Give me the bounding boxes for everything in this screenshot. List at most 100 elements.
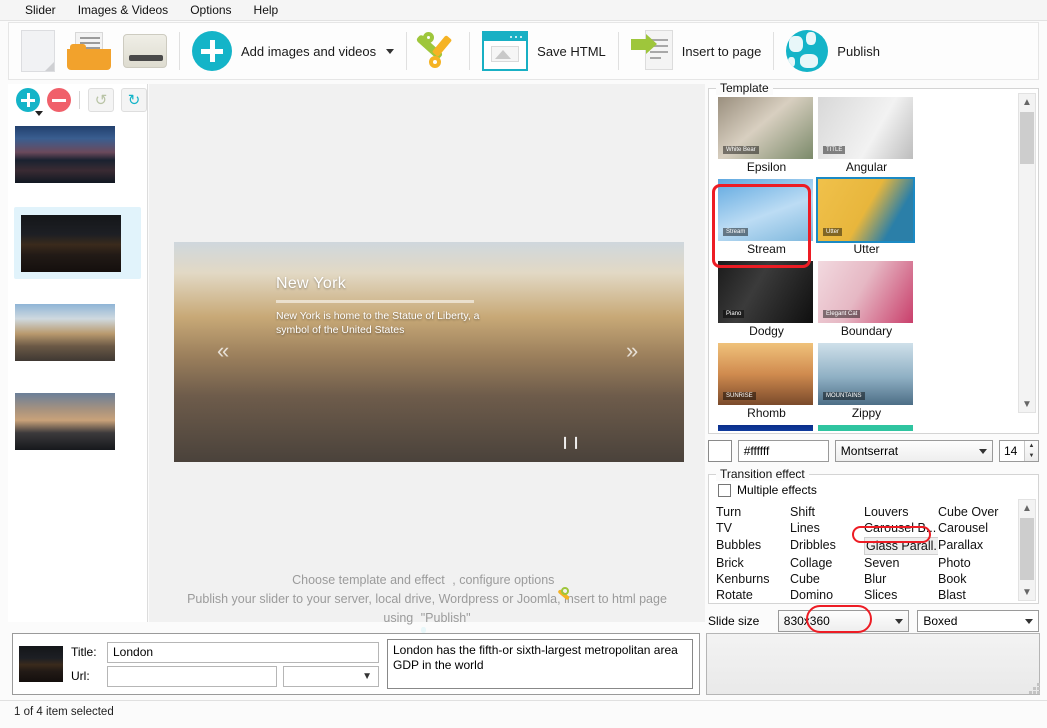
effect-item[interactable]: Cube Over	[938, 504, 1012, 520]
insert-to-page-button[interactable]: Insert to page	[625, 26, 768, 76]
effect-item[interactable]: Book	[938, 571, 1012, 587]
menu-item-slider[interactable]: Slider	[14, 1, 67, 19]
slide-layout-select[interactable]: Boxed	[917, 610, 1039, 632]
save-html-label: Save HTML	[537, 43, 606, 59]
multiple-effects-row[interactable]: Multiple effects	[718, 483, 817, 497]
font-size-up-icon[interactable]: ▲	[1025, 441, 1038, 451]
template-item[interactable]: White Bear Epsilon	[718, 97, 815, 175]
template-item[interactable]: SUNRISE Rhomb	[718, 343, 815, 421]
effect-item[interactable]: Collage	[790, 555, 864, 571]
add-slide-button[interactable]	[16, 88, 43, 116]
add-images-videos-button[interactable]: Add images and videos	[186, 26, 400, 76]
template-item[interactable]: Utter Utter	[816, 177, 915, 257]
url-input[interactable]	[107, 665, 277, 687]
template-item[interactable]: JOHNFill	[818, 425, 915, 431]
publish-button[interactable]: Publish	[780, 26, 886, 76]
toolbar-divider-4	[617, 32, 619, 70]
effect-item[interactable]: Blur	[864, 571, 938, 587]
template-scrollbar[interactable]: ▲ ▼	[1018, 93, 1036, 413]
effect-item[interactable]: Rotate	[716, 587, 790, 601]
url-target-select[interactable]: ▼	[283, 665, 379, 687]
preview-prev-arrow-icon[interactable]: «	[217, 338, 229, 364]
text-color-swatch[interactable]	[708, 440, 732, 462]
new-slider-button[interactable]	[15, 26, 61, 76]
add-slide-chevron-icon[interactable]	[35, 111, 43, 116]
effect-item[interactable]: Seven	[864, 555, 938, 571]
effect-item[interactable]: TV	[716, 520, 790, 536]
effect-list[interactable]: Turn Shift Louvers Cube Over TV Lines Carousel…	[716, 504, 1012, 601]
chevron-down-icon	[1025, 618, 1033, 624]
template-item[interactable]: TITLE Angular	[818, 97, 915, 175]
template-item[interactable]: Piano Dodgy	[718, 261, 815, 339]
font-size-stepper[interactable]: 14 ▲ ▼	[999, 440, 1039, 462]
preview-pause-icon[interactable]: ❙❙	[560, 435, 582, 449]
preview-next-arrow-icon[interactable]: »	[626, 338, 638, 364]
effect-item[interactable]: Louvers	[864, 504, 938, 520]
effect-item[interactable]: Carousel	[938, 520, 1012, 536]
multiple-effects-checkbox[interactable]	[718, 483, 731, 497]
effect-item[interactable]: Lines	[790, 520, 864, 536]
tools-button[interactable]	[413, 26, 463, 76]
effect-item[interactable]: Kenburns	[716, 571, 790, 587]
template-item[interactable]: MOUNTAINConvex	[718, 425, 815, 431]
slide-thumbnail-item[interactable]	[14, 207, 141, 279]
save-slider-button[interactable]	[117, 26, 173, 76]
effect-item[interactable]: Glass Parall..	[864, 536, 938, 555]
transition-group-legend: Transition effect	[716, 467, 809, 481]
template-scroll-up-icon[interactable]: ▲	[1019, 94, 1035, 110]
effect-scroll-up-icon[interactable]: ▲	[1019, 500, 1035, 516]
slide-thumbnail-item[interactable]	[8, 296, 147, 368]
application-window: Slider Images & Videos Options Help Add …	[0, 0, 1047, 728]
effect-item[interactable]: Domino	[790, 587, 864, 601]
title-input[interactable]: London	[107, 641, 379, 663]
font-family-select[interactable]: Montserrat	[834, 440, 993, 462]
effect-scroll-down-icon[interactable]: ▼	[1019, 584, 1035, 600]
menu-item-options[interactable]: Options	[179, 1, 242, 19]
open-slider-button[interactable]	[61, 26, 117, 76]
text-color-input[interactable]: #ffffff	[737, 440, 829, 462]
template-item[interactable]: Elegant Cat Boundary	[818, 261, 915, 339]
effect-item[interactable]: Blast	[938, 587, 1012, 601]
menu-item-help[interactable]: Help	[243, 1, 290, 19]
effect-item[interactable]: Dribbles	[790, 537, 864, 555]
slide-thumbnail-item[interactable]	[8, 118, 147, 190]
effect-scrollbar[interactable]: ▲ ▼	[1018, 499, 1036, 601]
slide-size-select[interactable]: 830x360	[777, 610, 910, 632]
menu-item-images-videos[interactable]: Images & Videos	[67, 1, 180, 19]
template-thumbnail: Piano	[718, 261, 813, 323]
rotate-right-button[interactable]: ↻	[121, 88, 147, 112]
save-html-button[interactable]: Save HTML	[476, 26, 612, 76]
template-scroll-thumb[interactable]	[1020, 112, 1034, 164]
effect-item[interactable]: Turn	[716, 504, 790, 520]
publish-label: Publish	[837, 43, 880, 59]
slide-thumbnail-item[interactable]	[8, 385, 147, 457]
hint-line3-b: "Publish"	[420, 611, 471, 625]
effect-item[interactable]: Slices	[864, 587, 938, 601]
template-scroll-down-icon[interactable]: ▼	[1019, 396, 1035, 412]
new-document-icon	[21, 30, 55, 72]
status-text: 1 of 4 item selected	[14, 706, 114, 718]
effect-item[interactable]: Photo	[938, 555, 1012, 571]
template-thumbnail-tag: TITLE	[823, 146, 846, 154]
template-item[interactable]: Stream Stream	[718, 179, 815, 257]
rotate-left-button[interactable]: ↺	[88, 88, 114, 112]
template-scroll-area[interactable]: White Bear Epsilon TITLE Angular Stream Strea…	[711, 95, 1011, 431]
effect-item[interactable]: Cube	[790, 571, 864, 587]
font-size-down-icon[interactable]: ▼	[1025, 451, 1038, 461]
effect-item[interactable]: Parallax	[938, 537, 1012, 555]
effect-item[interactable]: Carousel B...	[864, 520, 938, 536]
effect-item[interactable]: Shift	[790, 504, 864, 520]
template-item[interactable]: MOUNTAINS Zippy	[818, 343, 915, 421]
effect-item[interactable]: Brick	[716, 555, 790, 571]
resize-grip[interactable]	[1029, 683, 1041, 695]
preview-hint-text: Choose template and effect , configure o…	[149, 571, 705, 628]
slide-thumbnail-list[interactable]	[8, 118, 147, 618]
effect-scroll-thumb[interactable]	[1020, 518, 1034, 580]
preview-slide-description: New York is home to the Statue of Libert…	[276, 310, 480, 336]
font-size-value[interactable]: 14	[1000, 441, 1024, 461]
slider-preview[interactable]: New York New York is home to the Statue …	[174, 242, 684, 462]
chevron-down-icon[interactable]	[386, 48, 395, 54]
effect-item[interactable]: Bubbles	[716, 537, 790, 555]
slide-description-textarea[interactable]: London has the fifth-or sixth-largest me…	[387, 639, 693, 689]
remove-slide-button[interactable]	[47, 88, 71, 112]
